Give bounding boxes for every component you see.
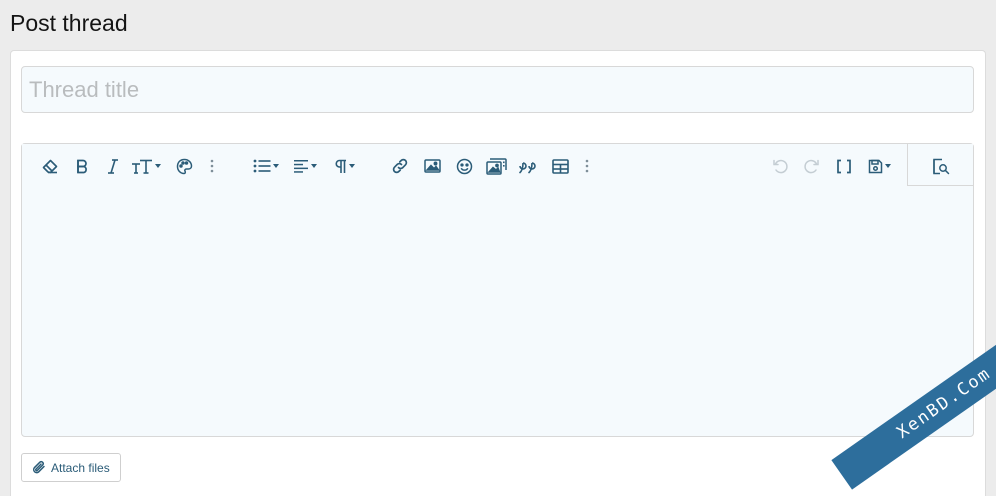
italic-button[interactable]: [106, 153, 120, 179]
message-editor: [21, 143, 974, 437]
link-icon: [392, 158, 408, 174]
insert-image-button[interactable]: [422, 153, 442, 179]
preview-cell: [907, 144, 973, 186]
insert-media-button[interactable]: [484, 153, 508, 179]
preview-button[interactable]: [930, 153, 952, 179]
attach-files-label: Attach files: [51, 460, 110, 475]
undo-icon: [773, 159, 788, 174]
palette-icon: [176, 158, 192, 174]
paragraph-format-button[interactable]: [330, 153, 358, 179]
preview-icon: [933, 158, 950, 174]
dropdown-caret-icon: [155, 164, 161, 168]
dropdown-caret-icon: [348, 164, 355, 168]
attach-files-button[interactable]: Attach files: [21, 453, 121, 482]
dropdown-caret-icon: [311, 164, 317, 168]
list-button[interactable]: [250, 153, 282, 179]
dropdown-caret-icon: [273, 164, 279, 168]
list-icon: [253, 159, 271, 173]
italic-icon: [108, 158, 118, 174]
more-text-options-button[interactable]: [208, 153, 216, 179]
eraser-icon: [42, 159, 58, 174]
editor-content-area[interactable]: [22, 187, 973, 436]
align-button[interactable]: [290, 153, 320, 179]
editor-toolbar: [22, 144, 973, 186]
bold-button[interactable]: [74, 153, 90, 179]
text-color-button[interactable]: [174, 153, 194, 179]
drafts-button[interactable]: [864, 153, 894, 179]
undo-button[interactable]: [770, 153, 790, 179]
brackets-icon: [837, 159, 851, 173]
text-size-icon: [132, 159, 152, 174]
table-icon: [551, 158, 569, 174]
toggle-bbcode-button[interactable]: [834, 153, 854, 179]
page-title: Post thread: [10, 10, 128, 36]
paragraph-icon: [335, 159, 346, 173]
paperclip-icon: [32, 460, 45, 474]
insert-table-button[interactable]: [550, 153, 570, 179]
font-size-button[interactable]: [130, 153, 162, 179]
more-insert-options-button[interactable]: [583, 153, 591, 179]
insert-link-button[interactable]: [390, 153, 410, 179]
thread-title-input[interactable]: [21, 66, 974, 113]
smiley-icon: [456, 158, 472, 174]
image-icon: [423, 159, 441, 173]
quote-button[interactable]: [516, 153, 538, 179]
more-vertical-icon: [210, 159, 214, 173]
bold-icon: [77, 159, 87, 173]
redo-icon: [804, 159, 819, 174]
quote-icon: [518, 161, 536, 174]
dropdown-caret-icon: [884, 164, 891, 168]
more-vertical-icon: [585, 159, 589, 173]
save-icon: [868, 159, 882, 173]
post-thread-form: Attach files: [10, 50, 986, 496]
redo-button[interactable]: [802, 153, 822, 179]
smilies-button[interactable]: [454, 153, 474, 179]
media-icon: [485, 157, 507, 175]
clear-formatting-button[interactable]: [40, 153, 60, 179]
align-left-icon: [294, 160, 308, 173]
